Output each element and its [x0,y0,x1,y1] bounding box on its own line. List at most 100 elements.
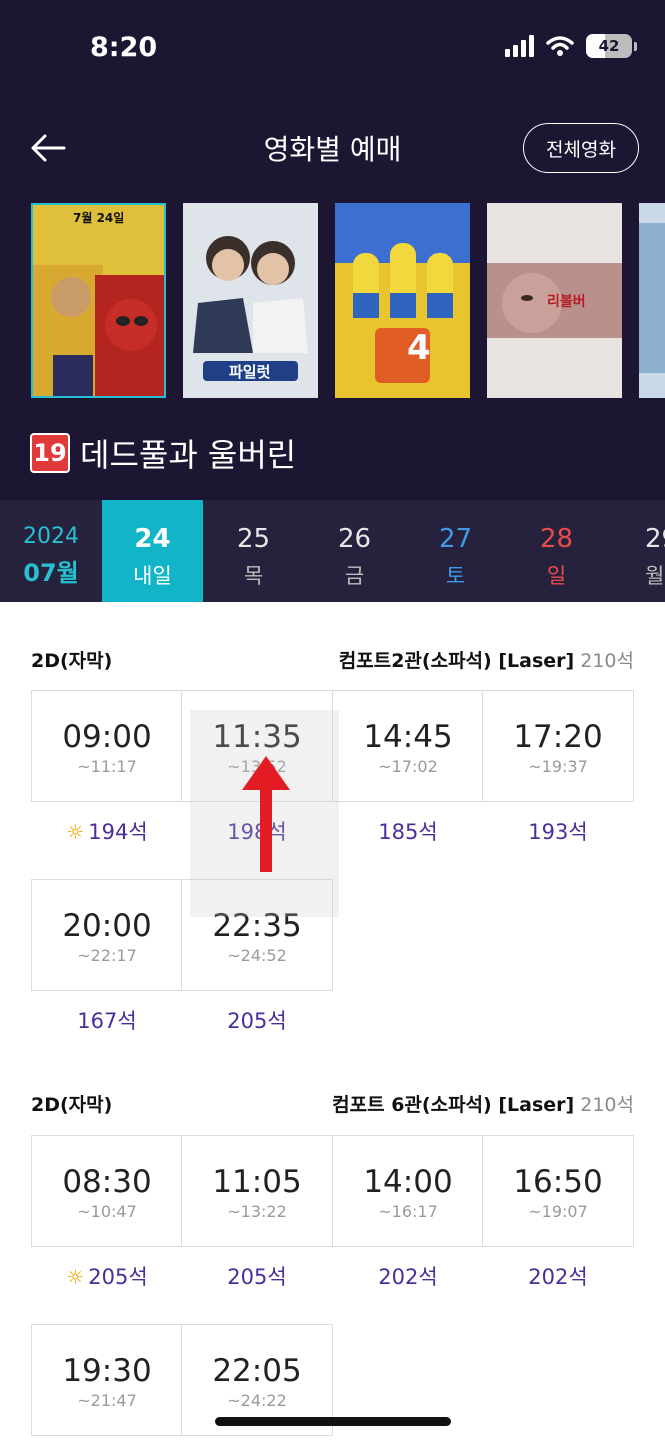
end-time: ~19:37 [528,757,588,776]
end-time: ~21:47 [77,1391,137,1410]
status-icons: 42 [505,34,637,58]
date-year-month: 2024 07월 [0,500,102,602]
start-time: 22:05 [212,1353,302,1389]
date-day: 26 [337,524,372,554]
poster-art [639,203,665,398]
all-movies-button[interactable]: 전체영화 [523,123,639,173]
end-time: ~10:47 [77,1202,137,1221]
hall-total-seats: 210석 [580,650,634,672]
end-time: ~24:52 [227,946,287,965]
start-time: 19:30 [62,1353,152,1389]
poster-art [335,203,470,398]
start-time: 17:20 [513,719,603,755]
movie-title-row: 19 데드풀과 울버린 [30,430,296,476]
date-cell[interactable]: 28 일 [506,500,607,602]
showtime-slot[interactable]: 14:00 ~16:17 [332,1135,484,1247]
start-time: 20:00 [62,908,152,944]
date-weekday: 토 [445,564,466,588]
end-time: ~19:07 [528,1202,588,1221]
sun-icon: ☼ [66,1265,85,1289]
date-selector: 2024 07월 24 내일 25 목 26 금 27 토 28 일 29 월 [0,500,665,602]
showtime-slot[interactable]: 17:20 ~19:37 [482,690,634,802]
movie-title: 데드풀과 울버린 [80,436,297,474]
battery-level: 42 [598,37,620,55]
date-cell[interactable]: 26 금 [304,500,405,602]
start-time: 14:45 [363,719,453,755]
poster-pilot[interactable]: 파일럿 [183,203,318,398]
date-weekday: 금 [344,564,365,588]
available-seats: 202석 [378,1265,438,1289]
home-indicator[interactable] [215,1417,451,1426]
showtime-section-header: 2D(자막) 컴포트2관(소파석) [Laser] 210석 [31,646,634,673]
poster-despicable-me-4[interactable]: 4 [335,203,470,398]
end-time: ~17:02 [378,757,438,776]
available-seats: ☼ 205석 [31,1261,183,1291]
hall-total-seats: 210석 [580,1094,634,1116]
date-cell[interactable]: 29 월 [607,500,665,602]
end-time: ~16:17 [378,1202,438,1221]
poster-label: 7월 24일 [73,211,125,225]
age-rating-badge: 19 [30,433,70,473]
showtime-slot[interactable]: 16:50 ~19:07 [482,1135,634,1247]
available-seats: 185석 [378,820,438,844]
sun-icon: ☼ [66,820,85,844]
date-weekday: 내일 [133,564,172,588]
poster-art [33,205,164,396]
showtime-slot[interactable]: 09:00 ~11:17 [31,690,183,802]
poster-revolver[interactable]: 리볼버 [487,203,622,398]
header-area: 8:20 42 영화별 예매 전체영화 7월 24일 파일럿 4 리볼버 19 … [0,0,665,500]
date-cell[interactable]: 25 목 [203,500,304,602]
hall-name: 컴포트2관(소파석) [Laser] [338,650,575,672]
date-day: 29 [645,524,665,554]
showtime-slot[interactable]: 19:30 ~21:47 [31,1324,183,1436]
date-cell[interactable]: 27 토 [405,500,506,602]
poster-carousel[interactable]: 7월 24일 파일럿 4 리볼버 [31,203,665,398]
date-weekday: 목 [243,564,264,588]
end-time: ~24:22 [227,1391,287,1410]
poster-deadpool-wolverine[interactable]: 7월 24일 [31,203,166,398]
date-day: 27 [438,524,473,554]
available-seats: 202석 [528,1265,588,1289]
status-time: 8:20 [90,32,158,63]
available-seats: 205석 [227,1265,287,1289]
poster-label: 4 [407,328,431,368]
start-time: 14:00 [363,1164,453,1200]
start-time: 09:00 [62,719,152,755]
available-seats: 167석 [77,1009,137,1033]
cellular-signal-icon [505,35,534,57]
poster-partial[interactable] [639,203,665,398]
screen-format: 2D(자막) [31,650,113,672]
hall-info: 컴포트2관(소파석) [Laser] 210석 [339,646,634,673]
showtime-section-header: 2D(자막) 컴포트 6관(소파석) [Laser] 210석 [31,1090,634,1117]
start-time: 08:30 [62,1164,152,1200]
end-time: ~22:17 [77,946,137,965]
available-seats: 205석 [227,1009,287,1033]
poster-label: 리볼버 [547,294,586,310]
red-up-arrow-icon [242,756,290,872]
date-day: 25 [236,524,271,554]
wifi-icon [546,36,574,56]
date-weekday: 일 [546,564,567,588]
year-label: 2024 [23,524,79,549]
start-time: 16:50 [513,1164,603,1200]
battery-icon: 42 [586,34,632,58]
showtime-slot[interactable]: 11:05 ~13:22 [181,1135,333,1247]
available-seats: 193석 [528,820,588,844]
start-time: 11:05 [212,1164,302,1200]
seat-count: 194석 [88,820,148,844]
date-day: 24 [134,524,171,554]
available-seats: ☼ 194석 [31,816,183,846]
showtime-slot[interactable]: 14:45 ~17:02 [332,690,484,802]
date-cell[interactable]: 24 내일 [102,500,203,602]
month-label: 07월 [23,559,79,587]
screen-format: 2D(자막) [31,1094,113,1116]
showtime-slot[interactable]: 20:00 ~22:17 [31,879,183,991]
poster-label: 파일럿 [229,363,271,381]
hall-info: 컴포트 6관(소파석) [Laser] 210석 [332,1090,634,1117]
seat-count: 205석 [88,1265,148,1289]
date-weekday: 월 [645,564,665,588]
hall-name: 컴포트 6관(소파석) [Laser] [332,1094,575,1116]
end-time: ~11:17 [77,757,137,776]
date-day: 28 [539,524,574,554]
showtime-slot[interactable]: 08:30 ~10:47 [31,1135,183,1247]
